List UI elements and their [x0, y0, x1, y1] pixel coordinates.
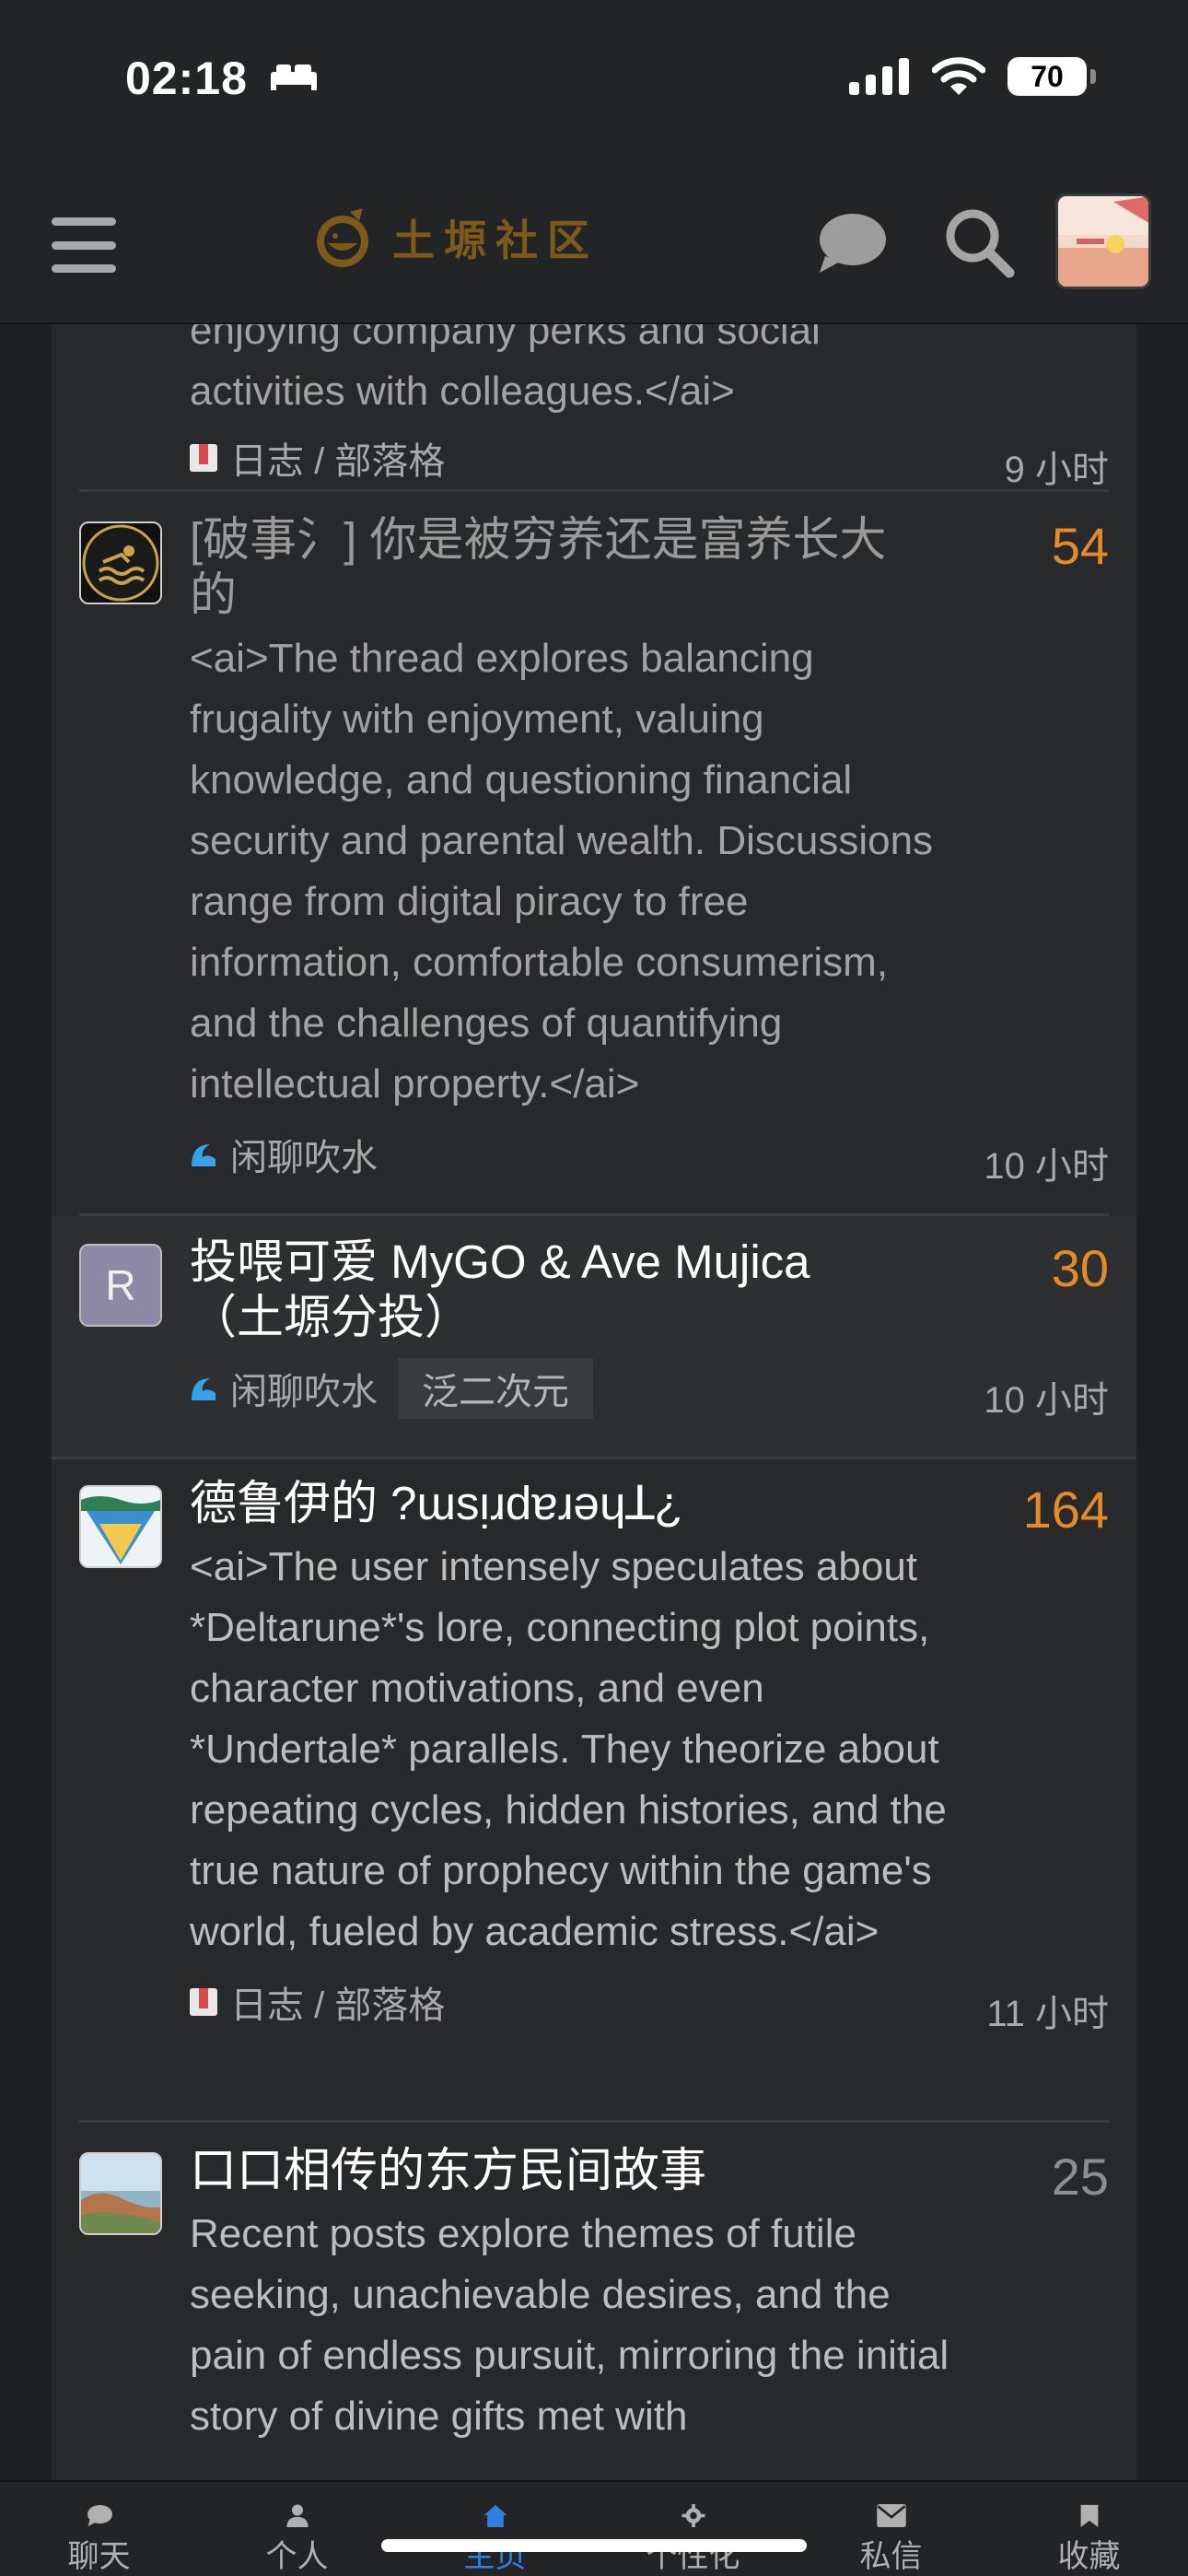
- wave-category-icon: [192, 1378, 215, 1400]
- topic-excerpt: enjoying company perks and social activi…: [190, 324, 821, 414]
- swimmer-avatar-icon: [82, 524, 159, 602]
- nav-label: 个性化: [646, 2539, 740, 2574]
- nav-chat[interactable]: 聊天: [7, 2482, 192, 2576]
- topic-age[interactable]: 10 小时: [984, 1119, 1109, 1189]
- chat-icon: [87, 2505, 112, 2526]
- user-avatar[interactable]: [1055, 193, 1151, 289]
- bookmark-category-icon: [190, 1988, 217, 2016]
- site-logo[interactable]: 土塬社区: [309, 205, 599, 271]
- home-indicator[interactable]: [381, 2539, 807, 2552]
- topic-avatar[interactable]: R: [79, 1244, 162, 1327]
- topic-title[interactable]: 口口相传的东方民间故事: [190, 2143, 989, 2198]
- topic-avatar[interactable]: [79, 1485, 162, 1568]
- nav-label: 收藏: [1057, 2539, 1121, 2574]
- posts-count[interactable]: 30: [1007, 1235, 1109, 1345]
- topic-row[interactable]: R 投喂可爱 MyGO & Ave Mujica （土塬分投） 30 闲聊吹水 …: [52, 1216, 1136, 1459]
- menu-line: [52, 240, 116, 250]
- nav-label: 私信: [859, 2539, 923, 2574]
- topic-row[interactable]: [破事氵] 你是被穷养还是富养长大的 <ai>The thread explor…: [79, 492, 1109, 1216]
- category-name: 日志 / 部落格: [230, 1985, 446, 2026]
- topic-avatar[interactable]: [79, 2152, 162, 2235]
- topic-age[interactable]: 10 小时: [984, 1353, 1109, 1423]
- mail-icon: [876, 2504, 906, 2527]
- status-indicators: 70: [849, 57, 1096, 96]
- battery-indicator: 70: [1007, 57, 1096, 96]
- bookmark-icon: [1080, 2504, 1098, 2527]
- topic-meta: 闲聊吹水 泛二次元 10 小时: [190, 1356, 1109, 1421]
- topic-list: enjoying company perks and social activi…: [52, 324, 1136, 2480]
- logo-mascot-icon: [317, 208, 368, 267]
- nav-label: 主页: [463, 2539, 527, 2574]
- category-badge[interactable]: 闲聊吹水: [190, 1128, 378, 1181]
- topic-excerpt: <ai>The thread explores balancing frugal…: [190, 636, 934, 1107]
- posts-count[interactable]: 164: [1007, 1476, 1109, 1962]
- nav-label: 个人: [265, 2539, 329, 2574]
- posts-count[interactable]: 25: [1007, 2143, 1109, 2447]
- search-icon[interactable]: [943, 206, 1017, 280]
- hamburger-menu-button[interactable]: [52, 217, 116, 273]
- posts-count[interactable]: 54: [1007, 512, 1109, 1115]
- topic-age[interactable]: 9 小时: [1005, 423, 1109, 493]
- topic-tag[interactable]: 泛二次元: [398, 1358, 593, 1419]
- wifi-icon: [932, 57, 985, 95]
- topic-title[interactable]: [破事氵] 你是被穷养还是富养长大的: [190, 512, 917, 623]
- landscape-avatar-icon: [81, 1487, 160, 1566]
- bottom-nav: 聊天 个人 主页 个性化 私信 收藏: [0, 2480, 1188, 2576]
- menu-line: [52, 217, 116, 226]
- gear-icon: [681, 2504, 705, 2527]
- status-bar: 02:18 70: [0, 0, 1188, 166]
- menu-line: [52, 264, 116, 273]
- category-badge[interactable]: 日志 / 部落格: [190, 431, 445, 485]
- topic-excerpt: Recent posts explore themes of futile se…: [190, 2211, 949, 2439]
- topic-row[interactable]: 德鲁伊的 ?ɯsᴉɹdɐɹǝɥꓕ¿ <ai>The user intensely…: [79, 1459, 1109, 2123]
- nav-profile[interactable]: 个人: [205, 2482, 390, 2576]
- coast-avatar-icon: [81, 2154, 160, 2233]
- topic-row[interactable]: enjoying company perks and social activi…: [79, 324, 1109, 492]
- avatar-letter: R: [105, 1261, 136, 1309]
- logo-text: 土塬社区: [392, 216, 599, 265]
- nav-messages[interactable]: 私信: [799, 2482, 984, 2576]
- category-name: 闲聊吹水: [230, 1372, 378, 1412]
- cellular-signal-icon: [849, 58, 909, 95]
- category-badge[interactable]: 日志 / 部落格: [190, 1975, 445, 2029]
- topic-avatar[interactable]: [79, 521, 162, 604]
- category-name: 闲聊吹水: [230, 1138, 378, 1178]
- category-name: 日志 / 部落格: [230, 441, 446, 482]
- topic-excerpt: <ai>The user intensely speculates about …: [190, 1544, 947, 1954]
- topic-meta: 日志 / 部落格 11 小时: [190, 1970, 1109, 2034]
- category-badge[interactable]: 闲聊吹水: [190, 1362, 378, 1415]
- nav-bookmarks[interactable]: 收藏: [997, 2482, 1182, 2576]
- topic-meta: 日志 / 部落格 9 小时: [190, 426, 1109, 490]
- status-time: 02:18: [125, 53, 248, 104]
- app-header: 土塬社区: [0, 166, 1188, 324]
- avatar-image: [1058, 196, 1148, 287]
- topic-age[interactable]: 11 小时: [986, 1967, 1109, 2037]
- nav-label: 聊天: [67, 2539, 131, 2574]
- nav-home[interactable]: 主页: [403, 2482, 588, 2576]
- topic-meta: 闲聊吹水 10 小时: [190, 1122, 1109, 1187]
- wave-category-icon: [192, 1144, 215, 1166]
- home-icon: [483, 2504, 507, 2527]
- topic-row[interactable]: 口口相传的东方民间故事 Recent posts explore themes …: [79, 2123, 1109, 2480]
- user-icon: [285, 2504, 309, 2527]
- sleep-focus-icon: [271, 64, 317, 90]
- nav-customize[interactable]: 个性化: [601, 2482, 786, 2576]
- topic-title[interactable]: 德鲁伊的 ?ɯsᴉɹdɐɹǝɥꓕ¿: [190, 1476, 989, 1531]
- chat-icon[interactable]: [816, 210, 888, 275]
- topic-title[interactable]: 投喂可爱 MyGO & Ave Mujica （土塬分投）: [190, 1235, 890, 1345]
- bookmark-category-icon: [190, 444, 217, 472]
